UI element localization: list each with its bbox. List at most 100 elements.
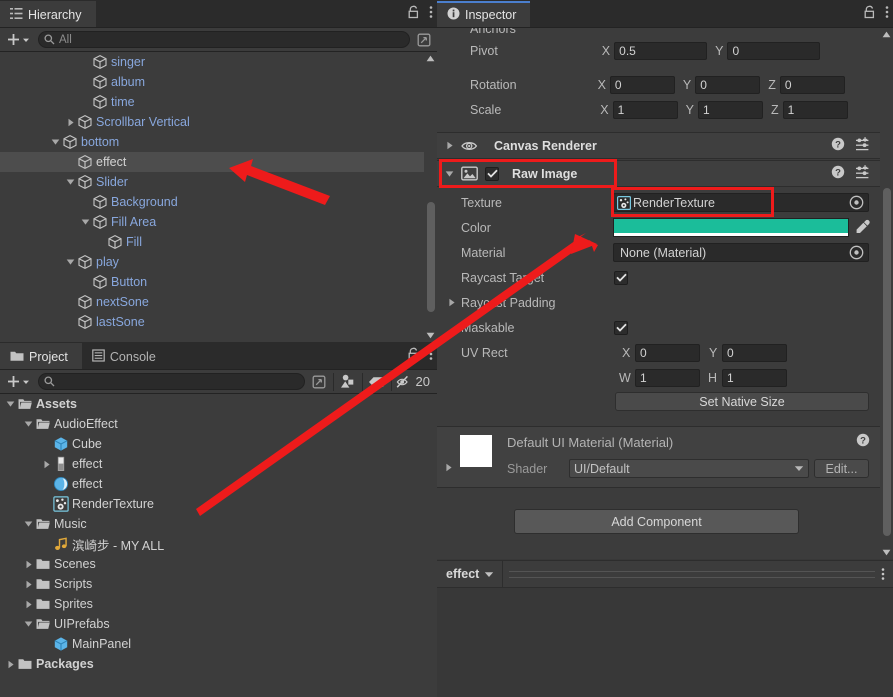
project-search-input[interactable] xyxy=(38,373,305,390)
expand-toggle-icon[interactable] xyxy=(64,152,77,172)
maskable-checkbox[interactable] xyxy=(614,320,628,335)
raycast-padding-row[interactable]: Raycast Padding xyxy=(437,290,893,315)
tab-project[interactable]: Project xyxy=(0,343,82,369)
hierarchy-item-fill[interactable]: Fill xyxy=(0,232,424,252)
raw-image-expand-icon[interactable] xyxy=(443,164,456,184)
hierarchy-search-input[interactable]: All xyxy=(38,31,410,48)
help-icon[interactable]: ? xyxy=(831,165,845,182)
hierarchy-item-fill-area[interactable]: Fill Area xyxy=(0,212,424,232)
preset-icon[interactable] xyxy=(855,137,870,154)
project-item-effect[interactable]: effect xyxy=(0,474,437,494)
expand-toggle-icon[interactable] xyxy=(79,272,92,292)
hierarchy-item-button[interactable]: Button xyxy=(0,272,424,292)
expand-toggle-icon[interactable] xyxy=(40,434,53,454)
search-by-label-icon[interactable] xyxy=(367,372,387,392)
expand-toggle-icon[interactable] xyxy=(22,414,35,434)
lock-icon[interactable] xyxy=(863,5,876,22)
expand-toggle-icon[interactable] xyxy=(79,92,92,112)
expand-toggle-icon[interactable] xyxy=(40,634,53,654)
preview-bar-grip[interactable] xyxy=(509,570,875,578)
expand-toggle-icon[interactable] xyxy=(22,554,35,574)
expand-toggle-icon[interactable] xyxy=(40,474,53,494)
hierarchy-scroll-down-icon[interactable] xyxy=(424,329,437,342)
raycast-padding-expand-icon[interactable] xyxy=(445,293,458,313)
shader-dropdown[interactable]: UI/Default xyxy=(569,459,809,478)
project-item-assets[interactable]: Assets xyxy=(0,394,437,414)
rotation-z-field[interactable]: 0 xyxy=(779,75,845,94)
inspector-scroll-up-icon[interactable] xyxy=(880,28,893,41)
expand-toggle-icon[interactable] xyxy=(64,172,77,192)
project-item-packages[interactable]: Packages xyxy=(0,654,437,674)
tab-console[interactable]: Console xyxy=(82,343,170,369)
project-item-uiprefabs[interactable]: UIPrefabs xyxy=(0,614,437,634)
material-object-field[interactable]: None (Material) xyxy=(613,243,869,262)
inspector-scrollbar[interactable] xyxy=(880,28,893,559)
project-item-scripts[interactable]: Scripts xyxy=(0,574,437,594)
inspector-scroll-down-icon[interactable] xyxy=(880,546,893,559)
expand-toggle-icon[interactable] xyxy=(22,614,35,634)
set-native-size-button[interactable]: Set Native Size xyxy=(615,392,869,411)
expand-toggle-icon[interactable] xyxy=(79,72,92,92)
hierarchy-item-lastsone[interactable]: lastSone xyxy=(0,312,424,332)
canvas-renderer-expand-icon[interactable] xyxy=(443,136,456,156)
kebab-menu-icon[interactable] xyxy=(885,5,889,22)
hierarchy-item-singer[interactable]: singer xyxy=(0,52,424,72)
project-item-cube[interactable]: Cube xyxy=(0,434,437,454)
hierarchy-item-scrollbar-vertical[interactable]: Scrollbar Vertical xyxy=(0,112,424,132)
pivot-y-field[interactable]: 0 xyxy=(727,41,821,60)
help-icon[interactable]: ? xyxy=(831,137,845,154)
kebab-menu-icon[interactable] xyxy=(429,5,433,22)
expand-toggle-icon[interactable] xyxy=(40,494,53,514)
hierarchy-item-play[interactable]: play xyxy=(0,252,424,272)
expand-toggle-icon[interactable] xyxy=(22,594,35,614)
expand-toggle-icon[interactable] xyxy=(64,252,77,272)
rotation-y-field[interactable]: 0 xyxy=(695,75,761,94)
hierarchy-item-time[interactable]: time xyxy=(0,92,424,112)
project-item-audioeffect[interactable]: AudioEffect xyxy=(0,414,437,434)
hierarchy-create-button[interactable] xyxy=(3,33,34,46)
pivot-x-field[interactable]: 0.5 xyxy=(614,41,708,60)
canvas-renderer-header[interactable]: Canvas Renderer ? xyxy=(437,132,893,159)
tab-inspector[interactable]: Inspector xyxy=(437,1,531,27)
scale-z-field[interactable]: 1 xyxy=(782,100,848,119)
expand-toggle-icon[interactable] xyxy=(40,534,53,554)
uv-rect-x-field[interactable]: 0 xyxy=(635,343,700,362)
project-item-effect[interactable]: effect xyxy=(0,454,437,474)
scale-y-field[interactable]: 1 xyxy=(697,100,763,119)
lock-icon[interactable] xyxy=(407,347,420,364)
kebab-menu-icon[interactable] xyxy=(881,567,885,581)
preview-bar-name[interactable]: effect xyxy=(446,567,479,581)
lock-icon[interactable] xyxy=(407,5,420,22)
expand-toggle-icon[interactable] xyxy=(4,654,17,674)
hierarchy-scroll-up-icon[interactable] xyxy=(424,52,437,65)
inspector-scroll-thumb[interactable] xyxy=(883,188,891,536)
texture-object-field[interactable]: RenderTexture xyxy=(613,193,869,212)
expand-toggle-icon[interactable] xyxy=(40,454,53,474)
chevron-down-icon[interactable] xyxy=(484,571,494,578)
raw-image-header[interactable]: Raw Image ? xyxy=(437,160,893,187)
raycast-target-checkbox[interactable] xyxy=(614,270,628,285)
hierarchy-item-effect[interactable]: effect xyxy=(0,152,424,172)
hierarchy-scroll-thumb[interactable] xyxy=(427,202,435,312)
project-create-button[interactable] xyxy=(3,375,34,388)
hierarchy-item-background[interactable]: Background xyxy=(0,192,424,212)
project-item-rendertexture[interactable]: RenderTexture xyxy=(0,494,437,514)
object-picker-icon[interactable] xyxy=(849,245,866,260)
eyedropper-icon[interactable] xyxy=(855,219,872,236)
uv-rect-h-field[interactable]: 1 xyxy=(722,368,787,387)
hierarchy-item-nextsone[interactable]: nextSone xyxy=(0,292,424,312)
raw-image-enabled-checkbox[interactable] xyxy=(485,166,499,181)
expand-toggle-icon[interactable] xyxy=(64,112,77,132)
rotation-x-field[interactable]: 0 xyxy=(609,75,675,94)
kebab-menu-icon[interactable] xyxy=(429,347,433,364)
color-swatch[interactable] xyxy=(613,218,849,237)
hierarchy-search-expand-icon[interactable] xyxy=(414,30,434,50)
help-icon[interactable]: ? xyxy=(856,433,870,450)
expand-toggle-icon[interactable] xyxy=(64,312,77,332)
expand-toggle-icon[interactable] xyxy=(4,394,17,414)
scale-x-field[interactable]: 1 xyxy=(612,100,678,119)
project-tree[interactable]: Assets AudioEffect Cube effect effect RenderT… xyxy=(0,394,437,697)
project-item-mainpanel[interactable]: MainPanel xyxy=(0,634,437,654)
search-by-type-icon[interactable] xyxy=(338,372,358,392)
expand-toggle-icon[interactable] xyxy=(22,514,35,534)
